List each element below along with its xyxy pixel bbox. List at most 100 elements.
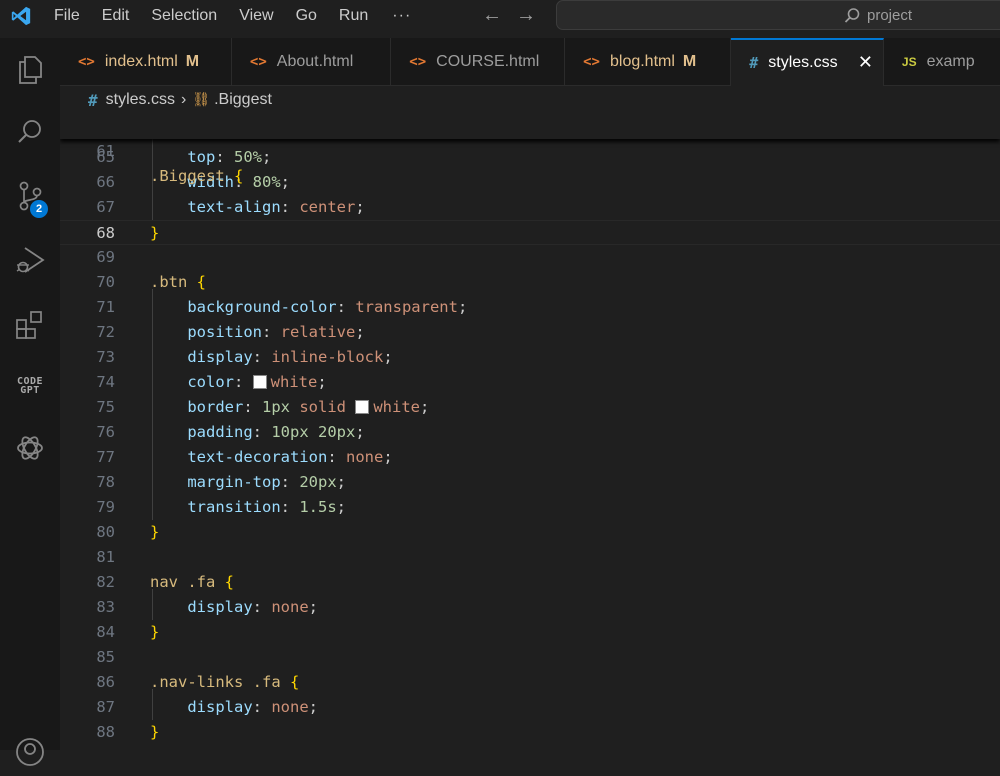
- tab-styles-css[interactable]: # styles.css ✕: [731, 38, 884, 86]
- css-selector: nav .fa: [150, 573, 216, 591]
- tab-label: COURSE.html: [436, 52, 540, 70]
- code-line[interactable]: 68}: [60, 220, 1000, 245]
- tab-example-js[interactable]: JS examp: [884, 38, 1000, 85]
- code-line[interactable]: 72 position: relative;: [60, 320, 1000, 345]
- code-content: transition: 1.5s;: [150, 495, 346, 520]
- code-content: }: [150, 720, 159, 745]
- line-number: 86: [96, 673, 115, 691]
- line-number: 80: [96, 523, 115, 541]
- brace: {: [224, 573, 235, 591]
- menu-more[interactable]: ···: [392, 7, 411, 25]
- breadcrumb-symbol[interactable]: .Biggest: [214, 91, 272, 109]
- chatgpt-button[interactable]: [0, 424, 60, 472]
- colon: :: [327, 448, 346, 466]
- chevron-right-icon: ›: [180, 91, 187, 108]
- codegpt-icon: CODE GPT: [17, 377, 43, 396]
- css-property: display: [187, 598, 253, 616]
- code-line[interactable]: 84}: [60, 620, 1000, 645]
- run-debug-button[interactable]: [0, 236, 60, 284]
- brace: {: [234, 167, 244, 185]
- code-line[interactable]: 67 text-align: center;: [60, 195, 1000, 220]
- css-value: none: [345, 448, 384, 466]
- codegpt-button[interactable]: CODE GPT: [0, 362, 60, 410]
- html-file-icon: <>: [249, 53, 267, 70]
- code-editor[interactable]: 61 .Biggest { 65 top: 50%; 66 width: 80%;…: [60, 114, 1000, 750]
- css-property: padding: [187, 423, 253, 441]
- line-number: 76: [96, 423, 115, 441]
- code-line[interactable]: 81: [60, 545, 1000, 570]
- forward-arrow-icon[interactable]: →: [516, 4, 536, 27]
- line-number: 73: [96, 348, 115, 366]
- css-property: border: [187, 398, 244, 416]
- code-line[interactable]: 78 margin-top: 20px;: [60, 470, 1000, 495]
- colon: :: [261, 323, 281, 341]
- colon: :: [336, 298, 356, 316]
- code-content: padding: 10px 20px;: [150, 420, 364, 445]
- menu-file[interactable]: File: [54, 7, 80, 25]
- extensions-icon: [16, 311, 42, 339]
- colon: :: [280, 498, 300, 516]
- breadcrumb-file[interactable]: styles.css: [106, 91, 175, 109]
- code-line[interactable]: 80}: [60, 520, 1000, 545]
- css-value: 1.5s: [299, 498, 337, 516]
- menu-run[interactable]: Run: [339, 7, 368, 25]
- semicolon: ;: [308, 698, 318, 716]
- code-line[interactable]: 87 display: none;: [60, 695, 1000, 720]
- code-content: margin-top: 20px;: [150, 470, 346, 495]
- extensions-button[interactable]: [0, 300, 60, 348]
- code-line[interactable]: 88}: [60, 720, 1000, 745]
- menu-selection[interactable]: Selection: [151, 7, 217, 25]
- line-number: 79: [96, 498, 115, 516]
- line-number: 85: [96, 648, 115, 666]
- accounts-button[interactable]: [0, 728, 60, 776]
- code-line[interactable]: 86 .nav-links .fa {: [60, 670, 1000, 695]
- line-number: 74: [96, 373, 115, 391]
- tab-about-html[interactable]: <> About.html: [232, 38, 392, 85]
- code-line[interactable]: 76 padding: 10px 20px;: [60, 420, 1000, 445]
- search-button[interactable]: [0, 108, 60, 156]
- semicolon: ;: [420, 398, 430, 416]
- command-center-search[interactable]: project: [556, 0, 1000, 30]
- code-line[interactable]: 79 transition: 1.5s;: [60, 495, 1000, 520]
- code-content: background-color: transparent;: [150, 295, 467, 320]
- css-selector: .btn: [150, 273, 188, 291]
- code-line[interactable]: 85: [60, 645, 1000, 670]
- code-line[interactable]: 70 .btn {: [60, 270, 1000, 295]
- css-file-icon: #: [88, 90, 98, 110]
- source-control-button[interactable]: 2: [0, 172, 60, 220]
- sticky-scroll-header[interactable]: 61 .Biggest {: [60, 114, 1000, 185]
- tab-course-html[interactable]: <> COURSE.html: [391, 38, 566, 85]
- close-icon[interactable]: ✕: [858, 52, 873, 73]
- code-line[interactable]: 83 display: none;: [60, 595, 1000, 620]
- menu-edit[interactable]: Edit: [102, 7, 130, 25]
- css-selector: .Biggest: [150, 167, 225, 185]
- line-number: 70: [96, 273, 115, 291]
- menu-go[interactable]: Go: [296, 7, 317, 25]
- html-file-icon: <>: [409, 53, 427, 70]
- code-content: }: [150, 620, 159, 645]
- css-property: background-color: [187, 298, 337, 316]
- code-line[interactable]: 71 background-color: transparent;: [60, 295, 1000, 320]
- colon: :: [252, 423, 272, 441]
- code-line[interactable]: 77 text-decoration: none;: [60, 445, 1000, 470]
- code-line[interactable]: 69: [60, 245, 1000, 270]
- tab-blog-html[interactable]: <> blog.html M: [565, 38, 732, 85]
- modified-indicator: M: [682, 52, 697, 70]
- line-number: 88: [96, 723, 115, 741]
- vscode-logo-icon[interactable]: [10, 5, 32, 27]
- code-line[interactable]: 73 display: inline-block;: [60, 345, 1000, 370]
- explorer-button[interactable]: [0, 46, 60, 94]
- colon: :: [252, 698, 272, 716]
- back-arrow-icon[interactable]: ←: [482, 4, 502, 27]
- menu-view[interactable]: View: [239, 7, 273, 25]
- code-line[interactable]: 75 border: 1px solid white;: [60, 395, 1000, 420]
- code-content: display: inline-block;: [150, 345, 392, 370]
- brace: {: [196, 273, 207, 291]
- code-line[interactable]: 74 color: white;: [60, 370, 1000, 395]
- code-line[interactable]: 82 nav .fa {: [60, 570, 1000, 595]
- code-content: .nav-links .fa {: [150, 670, 299, 695]
- symbol-class-icon: ⛓: [192, 92, 211, 108]
- breadcrumb: # styles.css › ⛓ .Biggest: [60, 86, 1000, 114]
- tab-label: About.html: [276, 52, 354, 70]
- tab-index-html[interactable]: <> index.html M: [60, 38, 232, 85]
